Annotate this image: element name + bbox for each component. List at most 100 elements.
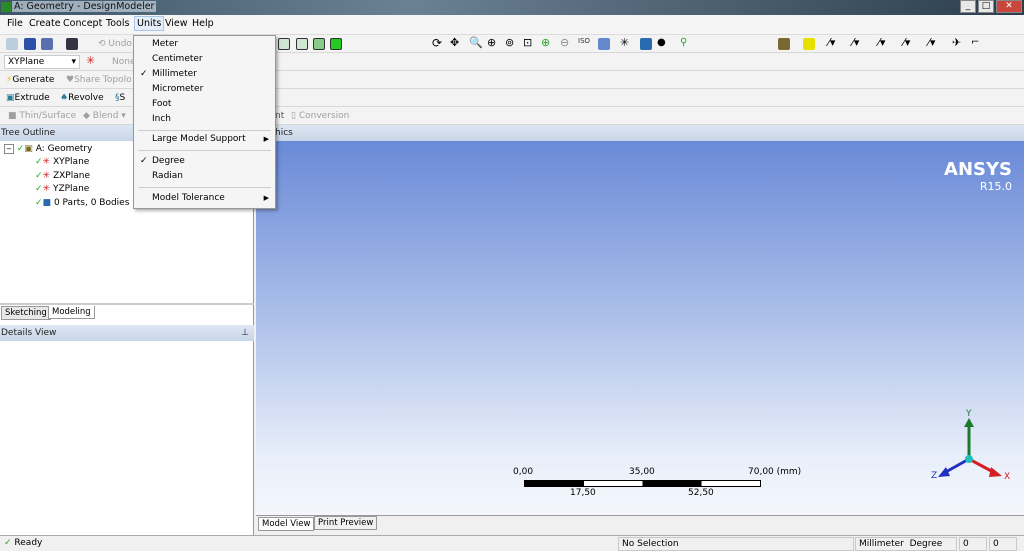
details-view: Details View ⊥ xyxy=(0,325,254,341)
pan-icon[interactable]: ✥ xyxy=(450,36,459,49)
menu-item-large-model-support[interactable]: Large Model Support xyxy=(152,134,246,144)
tree-item-zxplane[interactable]: ✓✳ ZXPlane xyxy=(35,171,90,181)
pin-icon[interactable]: ⊥ xyxy=(241,328,249,338)
revolve-label: Revolve xyxy=(68,93,104,103)
collapse-icon[interactable]: − xyxy=(4,144,14,154)
look-at-icon[interactable]: ⚲ xyxy=(680,37,687,48)
menu-file[interactable]: File xyxy=(7,18,23,29)
camera-icon[interactable] xyxy=(66,38,78,50)
menu-item-centimeter[interactable]: Centimeter xyxy=(152,54,203,64)
maximize-button[interactable]: □ xyxy=(978,0,994,13)
minimize-button[interactable]: _ xyxy=(960,0,976,13)
zoom-green-icon[interactable]: ⊕ xyxy=(541,36,550,49)
scale-label: 35,00 xyxy=(629,467,655,477)
submenu-arrow-icon: ▶ xyxy=(263,194,269,202)
point-icon[interactable]: ● xyxy=(657,37,666,48)
version-label: R15.0 xyxy=(979,180,1012,193)
tree-item-yzplane[interactable]: ✓✳ YZPlane xyxy=(35,184,89,194)
menu-item-millimeter[interactable]: Millimeter xyxy=(152,69,197,79)
triad-icon[interactable]: ✳ xyxy=(620,36,629,49)
tab-modeling[interactable]: Modeling xyxy=(48,306,95,319)
zoom-fit-icon[interactable]: ⊡ xyxy=(523,36,532,49)
menu-item-meter[interactable]: Meter xyxy=(152,39,178,49)
menu-units[interactable]: Units xyxy=(134,16,165,31)
select-face-icon[interactable] xyxy=(313,38,325,50)
new-icon[interactable] xyxy=(6,38,18,50)
filter-icon-5[interactable]: ⁄▾ xyxy=(928,36,935,49)
y-axis-label: Y xyxy=(965,409,972,419)
conversion-button[interactable]: ▯ Conversion xyxy=(291,111,349,121)
undo-button[interactable]: ⟲ Undo xyxy=(98,39,132,49)
select-body-icon[interactable] xyxy=(330,38,342,50)
point-button[interactable]: nt xyxy=(275,111,284,121)
share-topology-button[interactable]: ♥Share Topolo xyxy=(66,75,132,85)
save-as-icon[interactable] xyxy=(41,38,53,50)
menu-item-radian[interactable]: Radian xyxy=(152,171,183,181)
menu-create[interactable]: Create xyxy=(29,18,61,29)
filter-icon-4[interactable]: ⁄▾ xyxy=(903,36,910,49)
revolve-button[interactable]: ♠Revolve xyxy=(60,93,104,103)
body-icon[interactable] xyxy=(640,38,652,50)
generate-button[interactable]: ⚡Generate xyxy=(6,75,54,85)
undo-label: Undo xyxy=(108,39,132,49)
x-axis-arrow xyxy=(989,467,1002,477)
graphics-viewport[interactable]: ANSYS R15.0 0,00 35,00 70,00 (mm) 17,50 … xyxy=(256,141,1024,515)
thin-surface-button[interactable]: ■ Thin/Surface xyxy=(8,111,76,121)
zoom-icon[interactable]: 🔍 xyxy=(469,36,483,49)
menu-bar: File Create Concept Tools Units View Hel… xyxy=(0,15,1024,35)
menu-item-degree[interactable]: Degree xyxy=(152,156,185,166)
close-button[interactable]: ✕ xyxy=(996,0,1022,13)
details-title: Details View xyxy=(1,328,57,338)
z-axis-line xyxy=(943,457,970,475)
menu-help[interactable]: Help xyxy=(192,18,214,29)
plane-select[interactable]: XYPlane ▾ xyxy=(4,55,80,69)
rotate-icon[interactable]: ⟳ xyxy=(432,36,442,50)
zoom-out-icon[interactable]: ⊖ xyxy=(560,36,569,49)
tree-item-xyplane[interactable]: ✓✳ XYPlane xyxy=(35,157,89,167)
menu-view[interactable]: View xyxy=(165,18,188,29)
filter-icon-2[interactable]: ⁄▾ xyxy=(852,36,859,49)
menu-item-model-tolerance[interactable]: Model Tolerance xyxy=(152,193,225,203)
sketch-select[interactable]: None xyxy=(112,57,135,67)
iso-icon[interactable]: ISO xyxy=(578,37,590,45)
new-plane-icon[interactable]: ✳ xyxy=(86,54,95,67)
menu-item-inch[interactable]: Inch xyxy=(152,114,171,124)
appearance-icon[interactable] xyxy=(778,38,790,50)
select-edge-icon[interactable] xyxy=(296,38,308,50)
tree-item-label: YZPlane xyxy=(52,184,90,194)
display-icon[interactable] xyxy=(598,38,610,50)
splitter[interactable] xyxy=(0,303,254,305)
scale-label: 17,50 xyxy=(570,488,596,498)
menu-item-foot[interactable]: Foot xyxy=(152,99,171,109)
filter-icon-3[interactable]: ⁄▾ xyxy=(878,36,885,49)
tab-sketching[interactable]: Sketching xyxy=(1,306,51,320)
sweep-button[interactable]: §S xyxy=(115,93,125,103)
length-unit: Millimeter xyxy=(859,539,904,549)
tab-print-preview[interactable]: Print Preview xyxy=(314,516,378,530)
menu-tools[interactable]: Tools xyxy=(106,18,129,29)
zoom-in-icon[interactable]: ⊕ xyxy=(487,36,496,49)
extrude-button[interactable]: ▣Extrude xyxy=(6,93,50,103)
tree-item-parts[interactable]: ✓■ 0 Parts, 0 Bodies xyxy=(35,198,129,208)
menu-concept[interactable]: Concept xyxy=(63,18,102,29)
thin-label: Thin/Surface xyxy=(19,111,77,121)
pin-icon[interactable]: ✈ xyxy=(952,36,961,49)
scale-label: 52,50 xyxy=(688,488,714,498)
app-icon xyxy=(1,2,11,12)
select-icon[interactable] xyxy=(278,38,290,50)
highlight-icon[interactable] xyxy=(803,38,815,50)
filter-icon-1[interactable]: ⁄▾ xyxy=(828,36,835,49)
blend-button[interactable]: ◆ Blend ▾ xyxy=(83,111,126,121)
scale-label: 0,00 xyxy=(513,467,534,477)
tree-root[interactable]: − ✓▣ A: Geometry xyxy=(4,144,92,154)
flag-icon[interactable]: ⌐ xyxy=(971,37,979,48)
save-icon[interactable] xyxy=(24,38,36,50)
menu-separator xyxy=(138,150,271,151)
menu-item-micrometer[interactable]: Micrometer xyxy=(152,84,203,94)
zoom-box-icon[interactable]: ⊚ xyxy=(505,36,514,49)
x-axis-label: X xyxy=(1004,472,1010,482)
window-title: A: Geometry - DesignModeler xyxy=(12,1,157,12)
status-value-2: 0 xyxy=(989,537,1017,551)
status-value-1: 0 xyxy=(959,537,987,551)
tab-model-view[interactable]: Model View xyxy=(258,517,315,531)
